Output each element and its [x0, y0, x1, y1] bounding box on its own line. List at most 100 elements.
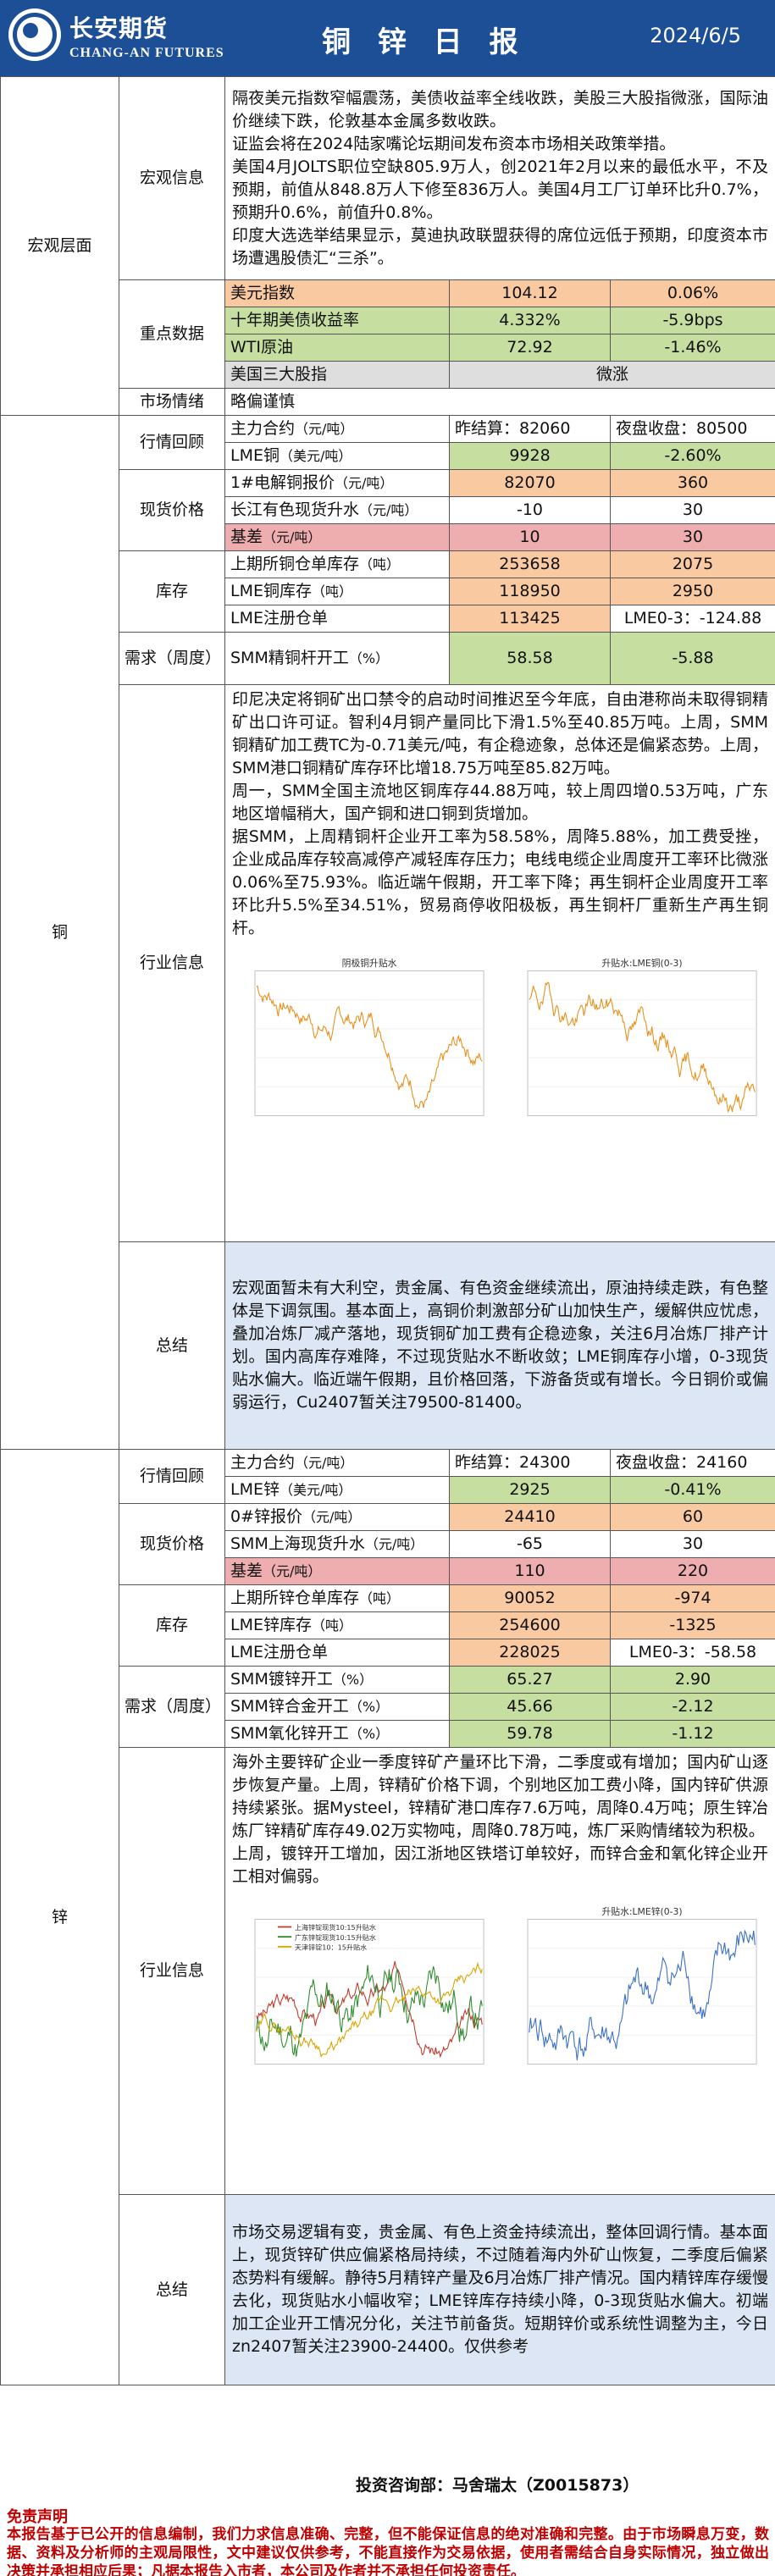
- key-row-change: -1.46%: [610, 334, 775, 362]
- legend-label: 广东锌锭现货10:15升贴水: [295, 1933, 376, 1942]
- zn-summary-text: 市场交易逻辑有变，贵金属、有色上资金持续流出，整体回调行情。基本面上，现货锌矿供…: [224, 2194, 775, 2385]
- macro-section-label: 宏观层面: [0, 76, 119, 416]
- chart-title: 阴极铜升贴水: [342, 957, 397, 969]
- sentiment-value: 略偏谨慎: [224, 388, 775, 416]
- zn-stock1-unit: （吨）: [359, 1590, 401, 1606]
- zn-summary-label: 总结: [119, 2194, 225, 2385]
- cu-stock-label: 库存: [119, 550, 225, 633]
- cu-spot2-change: 30: [610, 496, 775, 524]
- macro-info-label: 宏观信息: [119, 76, 225, 280]
- zn-demand1-name: SMM镀锌开工: [230, 1670, 333, 1689]
- cu-spot1-name: 1#电解铜报价: [230, 473, 335, 492]
- cu-basis-unit: （元/吨）: [263, 529, 322, 545]
- key-row-change: -5.9bps: [610, 307, 775, 334]
- cu-main-close: 昨结算：82060: [449, 415, 611, 443]
- zn-main-unit: （元/吨）: [295, 1455, 354, 1471]
- zn-demand1-change: 2.90: [610, 1666, 775, 1694]
- cu-lme-value: 9928: [449, 442, 611, 470]
- zn-lme-name: LME锌: [230, 1480, 280, 1499]
- zn-review-label: 行情回顾: [119, 1449, 225, 1504]
- cu-industry-text: 印尼决定将铜矿出口禁令的启动时间推迟至今年底，自由港称尚未取得铜精矿出口许可证。…: [232, 690, 768, 937]
- zn-demand-label: 需求（周度）: [119, 1666, 225, 1748]
- key-row-name: WTI原油: [224, 334, 450, 362]
- cu-basis-change: 30: [610, 523, 775, 551]
- cu-stock1-value: 253658: [449, 550, 611, 578]
- zn-spot-label: 现货价格: [119, 1503, 225, 1585]
- cu-main-name: 主力合约: [230, 419, 296, 438]
- report-footer: 投资咨询部：马舍瑞太（Z0015873） 免责声明 本报告基于已公开的信息编制，…: [0, 2466, 775, 2576]
- zn-demand1-unit: （%）: [332, 1672, 374, 1688]
- zn-spot2-unit: （元/吨）: [364, 1536, 424, 1552]
- zn-demand2-unit: （%）: [348, 1699, 390, 1715]
- cu-spot2-name: 长江有色现货升水: [230, 500, 360, 519]
- disclaimer-text: 本报告基于已公开的信息编制，我们力求信息准确、完整，但不能保证信息的绝对准确和完…: [7, 2526, 769, 2576]
- cu-stock3-name: LME注册仓单: [224, 605, 450, 633]
- brand-name-cn: 长安期货: [69, 14, 169, 42]
- zn-spot2-name: SMM上海现货升水: [230, 1534, 365, 1553]
- report-title: 铜 锌 日 报: [322, 25, 527, 59]
- cu-spot1-change: 360: [610, 469, 775, 497]
- cu-lme-name: LME铜: [230, 446, 280, 465]
- zn-stock3-name: LME注册仓单: [224, 1639, 450, 1667]
- zn-spot1-unit: （元/吨）: [302, 1509, 362, 1525]
- disclaimer-title: 免责声明: [7, 2508, 68, 2526]
- zn-industry-cell: 海外主要锌矿企业一季度锌矿产量环比下滑，二季度或有增加；国内矿山逐步恢复产量。上…: [224, 1747, 775, 2195]
- zn-spot2-value: -65: [449, 1530, 611, 1558]
- macro-key-label: 重点数据: [119, 279, 225, 389]
- zn-industry-label: 行业信息: [119, 1747, 225, 2195]
- zn-basis-value: 110: [449, 1557, 611, 1585]
- report-table: 宏观层面 宏观信息 隔夜美元指数窄幅震荡，美债收益率全线收跌，美股三大股指微涨，…: [0, 76, 775, 2385]
- zn-stock2-unit: （吨）: [311, 1617, 352, 1633]
- cu-spot-label: 现货价格: [119, 469, 225, 551]
- zn-basis-chart: 上海锌锭现货10:15升贴水广东锌锭现货10:15升贴水天津锌锭10：15升贴水: [254, 1919, 484, 2065]
- cu-spot1-unit: （元/吨）: [335, 475, 394, 491]
- zn-stock2-change: -1325: [610, 1611, 775, 1639]
- zn-demand3-unit: （%）: [348, 1726, 390, 1742]
- cu-stock3-change: LME0-3：-124.88: [610, 605, 775, 633]
- cu-demand1-change: -5.88: [610, 632, 775, 685]
- zn-stock2-value: 254600: [449, 1611, 611, 1639]
- cu-summary-label: 总结: [119, 1241, 225, 1450]
- zn-spot1-change: 60: [610, 1503, 775, 1531]
- chart-plot-area: [527, 970, 757, 1116]
- key-row-value: 4.332%: [449, 307, 611, 334]
- zn-stock-label: 库存: [119, 1584, 225, 1667]
- cu-basis-chart: 阴极铜升贴水: [254, 957, 484, 1116]
- key-row-name: 美元指数: [224, 279, 450, 307]
- cu-lme-spread-chart: 升贴水:LME铜(0-3): [527, 957, 757, 1116]
- chart-title: 升贴水:LME锌(0-3): [601, 1905, 682, 1917]
- zinc-section-label: 锌: [0, 1449, 119, 2385]
- zn-main-night: 夜盘收盘：24160: [610, 1449, 775, 1477]
- cu-stock2-change: 2950: [610, 578, 775, 605]
- zn-demand2-name: SMM锌合金开工: [230, 1697, 349, 1716]
- zn-main-close: 昨结算：24300: [449, 1449, 611, 1477]
- zn-stock3-change: LME0-3：-58.58: [610, 1639, 775, 1667]
- key-row-name: 十年期美债收益率: [224, 307, 450, 334]
- legend-label: 上海锌锭现货10:15升贴水: [295, 1923, 376, 1932]
- cu-stock2-name: LME铜库存: [230, 582, 312, 600]
- logo-dot-icon: [23, 23, 38, 38]
- cu-main-night: 夜盘收盘：80500: [610, 415, 775, 443]
- zn-lme-change: -0.41%: [610, 1476, 775, 1504]
- chart-title: 升贴水:LME铜(0-3): [601, 957, 682, 969]
- cu-stock3-value: 113425: [449, 605, 611, 633]
- zn-demand3-name: SMM氧化锌开工: [230, 1724, 349, 1743]
- zn-demand3-value: 59.78: [449, 1720, 611, 1748]
- zn-basis-unit: （元/吨）: [263, 1563, 322, 1579]
- zn-demand1-value: 65.27: [449, 1666, 611, 1694]
- cu-demand1-value: 58.58: [449, 632, 611, 685]
- cu-spot1-value: 82070: [449, 469, 611, 497]
- cu-lme-change: -2.60%: [610, 442, 775, 470]
- cu-industry-label: 行业信息: [119, 684, 225, 1242]
- cu-lme-unit: （美元/吨）: [279, 448, 352, 464]
- cu-stock2-value: 118950: [449, 578, 611, 605]
- cu-basis-value: 10: [449, 523, 611, 551]
- legend-label: 天津锌锭10：15升贴水: [295, 1943, 367, 1951]
- cu-summary-text: 宏观面暂未有大利空，贵金属、有色资金继续流出，原油持续走跌，有色整体是下调氛围。…: [224, 1241, 775, 1450]
- cu-stock1-unit: （吨）: [359, 556, 401, 572]
- brand-name-en: CHANG-AN FUTURES: [69, 46, 224, 60]
- zn-spot1-value: 24410: [449, 1503, 611, 1531]
- zn-basis-change: 220: [610, 1557, 775, 1585]
- cu-basis-name: 基差: [230, 528, 263, 546]
- zn-demand2-value: 45.66: [449, 1693, 611, 1721]
